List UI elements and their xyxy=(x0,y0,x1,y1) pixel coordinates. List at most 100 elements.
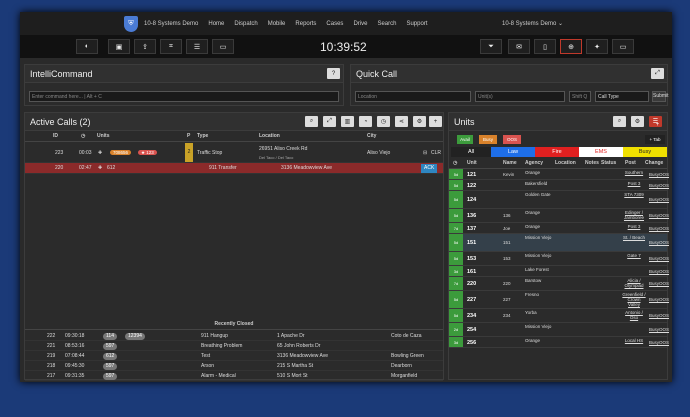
shift-input[interactable]: Shift Q xyxy=(569,91,591,102)
busy-link[interactable]: Busy xyxy=(649,269,659,274)
nav-link-search[interactable]: Search xyxy=(377,21,396,27)
nav-link-reports[interactable]: Reports xyxy=(295,21,316,27)
upload-icon[interactable]: ⇪ xyxy=(134,39,156,54)
post-link[interactable]: Post 3 xyxy=(621,224,647,229)
unit-badge[interactable]: 597 xyxy=(103,362,118,370)
filter-all[interactable]: All xyxy=(451,147,491,157)
oos-link[interactable]: OOS xyxy=(659,327,669,332)
lock-icon[interactable]: ⊟ xyxy=(423,148,427,158)
unit-row[interactable]: 5d 151 151 Mission Viejo St. / Beach Busy OOS xyxy=(449,234,669,252)
post-link[interactable]: Post 3 xyxy=(621,181,647,186)
call-type-select[interactable]: Call Type xyxy=(595,91,649,102)
filter-busy[interactable]: Busy xyxy=(623,147,667,157)
units-input[interactable]: Unit(s) xyxy=(475,91,565,102)
unit-badge[interactable]: 12394 xyxy=(125,332,145,340)
busy-link[interactable]: Busy xyxy=(649,327,659,332)
avail-button[interactable]: Avail xyxy=(457,135,473,144)
post-link[interactable]: Southern xyxy=(621,170,647,175)
search-icon[interactable]: ⌕ xyxy=(613,116,626,127)
post-link[interactable]: Antonio / Oso xyxy=(621,310,647,320)
busy-button[interactable]: Busy xyxy=(479,135,497,144)
busy-link[interactable]: Busy xyxy=(649,281,659,286)
table-row[interactable]: 221 08:53:16 597 Breathing Problem 65 John R… xyxy=(25,341,443,351)
oos-link[interactable]: OOS xyxy=(659,240,669,245)
post-link[interactable]: Gate 7 xyxy=(621,253,647,258)
add-record-icon[interactable]: ▣ xyxy=(108,39,130,54)
table-row[interactable]: 220 02:47 ✚ 612 911 Transfer 3136 Meadow… xyxy=(25,163,443,174)
expand-icon[interactable]: ⤢ xyxy=(651,68,664,79)
unit-badge[interactable]: 597 xyxy=(103,372,118,380)
oos-link[interactable]: OOS xyxy=(659,340,669,345)
unit-row[interactable]: 5d 153 153 Mission Viejo Gate 7 Busy OOS xyxy=(449,252,669,266)
monitor-icon[interactable]: ▭ xyxy=(612,39,634,54)
window-icon[interactable]: ▭ xyxy=(212,39,234,54)
unit-row[interactable]: 2d 254 Mission Viejo Busy OOS xyxy=(449,323,669,337)
rss-icon[interactable]: ◔ xyxy=(359,116,372,127)
nav-link-support[interactable]: Support xyxy=(406,21,427,27)
busy-link[interactable]: Busy xyxy=(649,197,659,202)
unit-row[interactable]: 5d 122 Bakersfield Post 3 Busy OOS xyxy=(449,180,669,191)
oos-link[interactable]: OOS xyxy=(659,197,669,202)
unit-row[interactable]: 5d 121 Kevin Orange Southern Busy OOS xyxy=(449,169,669,180)
busy-link[interactable]: Busy xyxy=(649,213,659,218)
unit-row[interactable]: 5d 136 136 Orange Edinger / Jamboree Busy OOS xyxy=(449,209,669,223)
busy-link[interactable]: Busy xyxy=(649,313,659,318)
unit-row[interactable]: 7d 220 220 Barstow Alicia / Olympiad Busy OOS xyxy=(449,277,669,291)
filter-law[interactable]: Law xyxy=(491,147,535,157)
add-unit-icon[interactable]: + xyxy=(651,119,664,130)
post-link[interactable]: Greenfield / Crown Valley xyxy=(621,292,647,307)
busy-link[interactable]: Busy xyxy=(649,226,659,231)
globe-icon[interactable]: ◐ xyxy=(76,39,98,54)
oos-link[interactable]: OOS xyxy=(659,183,669,188)
nav-link-drive[interactable]: Drive xyxy=(353,21,367,27)
nav-link-cases[interactable]: Cases xyxy=(326,21,343,27)
mail-icon[interactable]: ✉ xyxy=(508,39,530,54)
post-link[interactable]: Local HS xyxy=(621,338,647,343)
oos-link[interactable]: OOS xyxy=(659,269,669,274)
ack-button[interactable]: ACK xyxy=(421,164,438,173)
filter-icon[interactable]: ⏷ xyxy=(480,39,502,54)
table-row[interactable]: 223 00:03 ✚ 708656 ★ 123 2 Traffic Stop … xyxy=(25,143,443,163)
table-row[interactable]: 222 09:30:18 114 12394 911 Hangup 1 Apache Dr… xyxy=(25,331,443,341)
busy-link[interactable]: Busy xyxy=(649,297,659,302)
sparkle-icon[interactable]: ✦ xyxy=(586,39,608,54)
unit-row[interactable]: 3d 256 Orange Local HS Busy OOS xyxy=(449,337,669,348)
post-link[interactable]: St. / Beach xyxy=(621,235,647,240)
unit-badge[interactable]: 708656 xyxy=(107,149,134,156)
unit-badge[interactable]: 612 xyxy=(103,352,118,360)
emergency-icon[interactable]: ⊕ xyxy=(560,39,582,54)
add-icon[interactable]: + xyxy=(429,116,442,127)
unit-row[interactable]: 7d 137 Joe Orange Post 3 Busy OOS xyxy=(449,223,669,234)
busy-link[interactable]: Busy xyxy=(649,183,659,188)
busy-link[interactable]: Busy xyxy=(649,340,659,345)
oos-link[interactable]: OOS xyxy=(659,281,669,286)
clear-button[interactable]: CLR xyxy=(431,148,441,158)
fullscreen-icon[interactable]: ⤢ xyxy=(323,116,336,127)
unit-row[interactable]: 5d 124 Golden Gate STA 7309 Busy OOS xyxy=(449,191,669,209)
gear-icon[interactable]: ⚙ xyxy=(631,116,644,127)
oos-link[interactable]: OOS xyxy=(659,172,669,177)
unit-row[interactable]: 3d 161 Lake Forest Busy OOS xyxy=(449,266,669,277)
unit-badge[interactable]: ★ 123 xyxy=(135,149,160,156)
post-link[interactable]: STA 7309 xyxy=(621,192,647,197)
unit-row[interactable]: 5d 234 234 Yorba Antonio / Oso Busy OOS xyxy=(449,309,669,323)
broadcast-icon[interactable]: ⌗ xyxy=(160,39,182,54)
phone-icon[interactable]: ▯ xyxy=(534,39,556,54)
table-row[interactable]: 219 07:08:44 612 Test 3136 Meadowview Ave Bow… xyxy=(25,351,443,361)
post-link[interactable]: Edinger / Jamboree xyxy=(621,210,647,220)
table-row[interactable]: 217 09:31:35 597 Alarm - Medical 510 S Mort … xyxy=(25,371,443,381)
oos-button[interactable]: OOS xyxy=(503,135,521,144)
database-icon[interactable]: ☰ xyxy=(186,39,208,54)
share-icon[interactable]: ⋖ xyxy=(395,116,408,127)
busy-link[interactable]: Busy xyxy=(649,240,659,245)
search-icon[interactable]: ⌕ xyxy=(305,116,318,127)
nav-link-home[interactable]: Home xyxy=(208,21,224,27)
gear-icon[interactable]: ⚙ xyxy=(413,116,426,127)
post-link[interactable]: Alicia / Olympiad xyxy=(621,278,647,288)
org-dropdown[interactable]: 10-8 Systems Demo ⌄ xyxy=(502,20,563,27)
unit-row[interactable]: 5d 227 227 Fresno Greenfield / Crown Valley B… xyxy=(449,291,669,309)
busy-link[interactable]: Busy xyxy=(649,172,659,177)
unit-badge[interactable]: 114 xyxy=(103,332,117,340)
oos-link[interactable]: OOS xyxy=(659,213,669,218)
filter-ems[interactable]: EMS xyxy=(579,147,623,157)
